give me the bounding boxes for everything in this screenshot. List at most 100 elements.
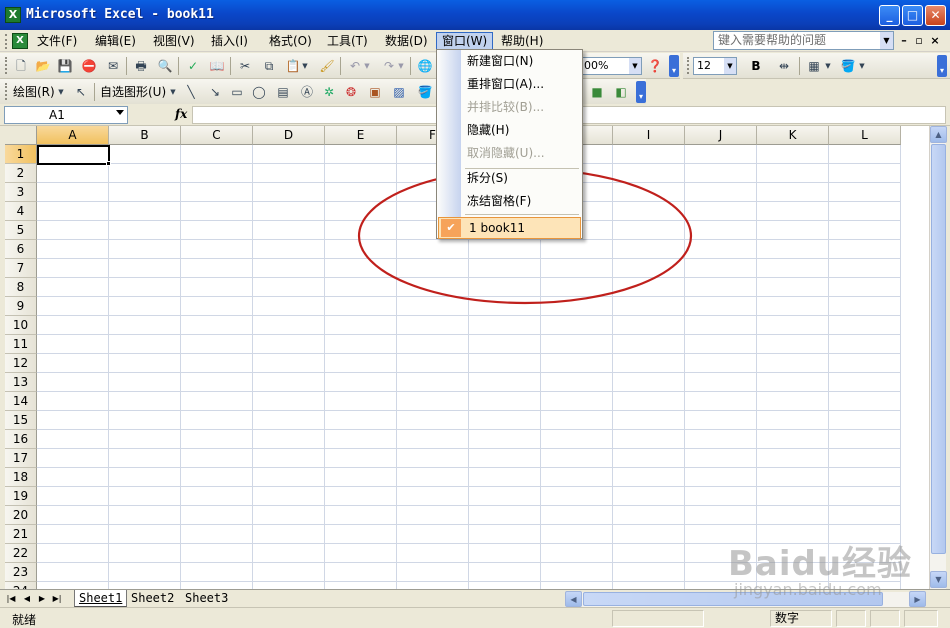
merge-center-icon[interactable]: ⇹	[775, 57, 793, 75]
arrow-icon[interactable]: ↘	[206, 83, 224, 101]
print-preview-icon[interactable]: 🔍	[156, 57, 174, 75]
cut-icon[interactable]: ✂	[236, 57, 254, 75]
column-header-b[interactable]: B	[109, 126, 181, 145]
row-header-23[interactable]: 23	[5, 563, 37, 582]
paste-dropdown-icon[interactable]: ▼	[300, 57, 310, 75]
row-header-19[interactable]: 19	[5, 487, 37, 506]
toolbar-options-icon[interactable]: ▾	[669, 55, 679, 77]
font-size-combo[interactable]: 12 ▼	[693, 57, 737, 75]
row-header-9[interactable]: 9	[5, 297, 37, 316]
row-header-20[interactable]: 20	[5, 506, 37, 525]
row-header-13[interactable]: 13	[5, 373, 37, 392]
column-header-j[interactable]: J	[685, 126, 757, 145]
menu-item-new-window[interactable]: 新建窗口(N)	[437, 50, 582, 72]
menu-item-unhide[interactable]: 取消隐藏(U)...	[437, 142, 582, 164]
undo-dropdown-icon[interactable]: ▼	[362, 57, 372, 75]
workbook-restore-button[interactable]: ▫	[913, 34, 925, 48]
name-box-dropdown-icon[interactable]	[116, 110, 124, 115]
oval-icon[interactable]: ◯	[250, 83, 268, 101]
zoom-combo[interactable]: 00% ▼	[580, 57, 642, 75]
prev-sheet-icon[interactable]: ◀	[21, 592, 33, 606]
column-header-a[interactable]: A	[37, 126, 109, 145]
active-cell-a1[interactable]	[37, 145, 110, 165]
menu-grip[interactable]	[5, 34, 8, 49]
clip-art-icon[interactable]: ❂	[342, 83, 360, 101]
horizontal-scroll-thumb[interactable]	[583, 592, 883, 606]
print-icon[interactable]: 🖶	[132, 57, 150, 75]
sheet-tab-1[interactable]: Sheet1	[74, 590, 128, 607]
select-objects-icon[interactable]: ↖	[72, 83, 90, 101]
column-header-d[interactable]: D	[253, 126, 325, 145]
toolbar-grip[interactable]	[687, 57, 690, 74]
menu-data[interactable]: 数据(D)	[380, 32, 433, 51]
new-document-icon[interactable]: 🗋	[12, 57, 30, 75]
column-header-i[interactable]: I	[613, 126, 685, 145]
help-icon[interactable]: ❓	[646, 57, 664, 75]
open-folder-icon[interactable]: 📂	[34, 57, 52, 75]
row-header-15[interactable]: 15	[5, 411, 37, 430]
diagram-icon[interactable]: ✲	[320, 83, 338, 101]
close-button[interactable]: ✕	[925, 5, 946, 26]
column-header-l[interactable]: L	[829, 126, 901, 145]
menu-item-split[interactable]: 拆分(S)	[437, 167, 582, 189]
workbook-icon[interactable]: X	[12, 33, 28, 49]
last-sheet-icon[interactable]: ▶|	[51, 592, 63, 606]
redo-dropdown-icon[interactable]: ▼	[396, 57, 406, 75]
name-box[interactable]: A1	[4, 106, 128, 124]
3d-icon[interactable]: ◧	[612, 83, 630, 101]
wordart-icon[interactable]: Ⓐ	[298, 83, 316, 101]
row-header-1[interactable]: 1	[5, 145, 37, 164]
toolbar-grip[interactable]	[5, 57, 8, 74]
workbook-minimize-button[interactable]: –	[898, 34, 910, 48]
toolbar-options-icon[interactable]: ▾	[636, 81, 646, 103]
menu-insert[interactable]: 插入(I)	[206, 32, 253, 51]
select-all-corner[interactable]	[5, 126, 37, 145]
column-header-k[interactable]: K	[757, 126, 829, 145]
draw-menu-button[interactable]: 绘图(R)	[13, 83, 55, 101]
scroll-up-icon[interactable]: ▲	[930, 126, 947, 143]
fill-handle[interactable]	[106, 161, 111, 166]
first-sheet-icon[interactable]: |◀	[5, 592, 17, 606]
menu-item-compare-side-by-side[interactable]: 并排比较(B)...	[437, 96, 582, 118]
research-icon[interactable]: 📖	[208, 57, 226, 75]
menu-format[interactable]: 格式(O)	[264, 32, 317, 51]
menu-view[interactable]: 视图(V)	[148, 32, 200, 51]
insert-picture-icon[interactable]: ▣	[366, 83, 384, 101]
row-header-16[interactable]: 16	[5, 430, 37, 449]
next-sheet-icon[interactable]: ▶	[36, 592, 48, 606]
toolbar-options-icon[interactable]: ▾	[937, 55, 947, 77]
row-header-22[interactable]: 22	[5, 544, 37, 563]
hyperlink-icon[interactable]: 🌐	[416, 57, 434, 75]
toolbar-grip[interactable]	[5, 83, 8, 100]
borders-dropdown-icon[interactable]: ▼	[823, 57, 833, 75]
rectangle-icon[interactable]: ▭	[228, 83, 246, 101]
font-size-dropdown-icon[interactable]: ▼	[724, 58, 736, 74]
menu-item-hide[interactable]: 隐藏(H)	[437, 119, 582, 141]
insert-function-icon[interactable]: fx	[175, 107, 187, 121]
autoshapes-dropdown-icon[interactable]: ▼	[168, 83, 178, 101]
copy-icon[interactable]: ⧉	[260, 57, 278, 75]
picture-icon[interactable]: ▨	[390, 83, 408, 101]
scroll-down-icon[interactable]: ▼	[930, 571, 947, 588]
row-header-5[interactable]: 5	[5, 221, 37, 240]
column-header-c[interactable]: C	[181, 126, 253, 145]
row-header-3[interactable]: 3	[5, 183, 37, 202]
row-header-7[interactable]: 7	[5, 259, 37, 278]
menu-tools[interactable]: 工具(T)	[322, 32, 373, 51]
scroll-left-icon[interactable]: ◀	[565, 591, 582, 607]
row-header-24[interactable]: 24	[5, 582, 37, 589]
row-header-2[interactable]: 2	[5, 164, 37, 183]
autoshapes-menu-button[interactable]: 自选图形(U)	[100, 83, 166, 101]
text-box-icon[interactable]: ▤	[274, 83, 292, 101]
fill-color-dropdown-icon[interactable]: ▼	[857, 57, 867, 75]
draw-dropdown-icon[interactable]: ▼	[56, 83, 66, 101]
save-icon[interactable]: 💾	[56, 57, 74, 75]
excel-app-icon[interactable]: X	[5, 7, 21, 23]
row-header-10[interactable]: 10	[5, 316, 37, 335]
horizontal-scrollbar[interactable]: ◀ ▶	[565, 591, 926, 607]
workbook-close-button[interactable]: ×	[929, 34, 941, 48]
help-search-dropdown-icon[interactable]: ▼	[880, 32, 893, 49]
spelling-icon[interactable]: ✓	[184, 57, 202, 75]
vertical-scrollbar[interactable]: ▲ ▼	[929, 126, 947, 589]
minimize-button[interactable]: _	[879, 5, 900, 26]
